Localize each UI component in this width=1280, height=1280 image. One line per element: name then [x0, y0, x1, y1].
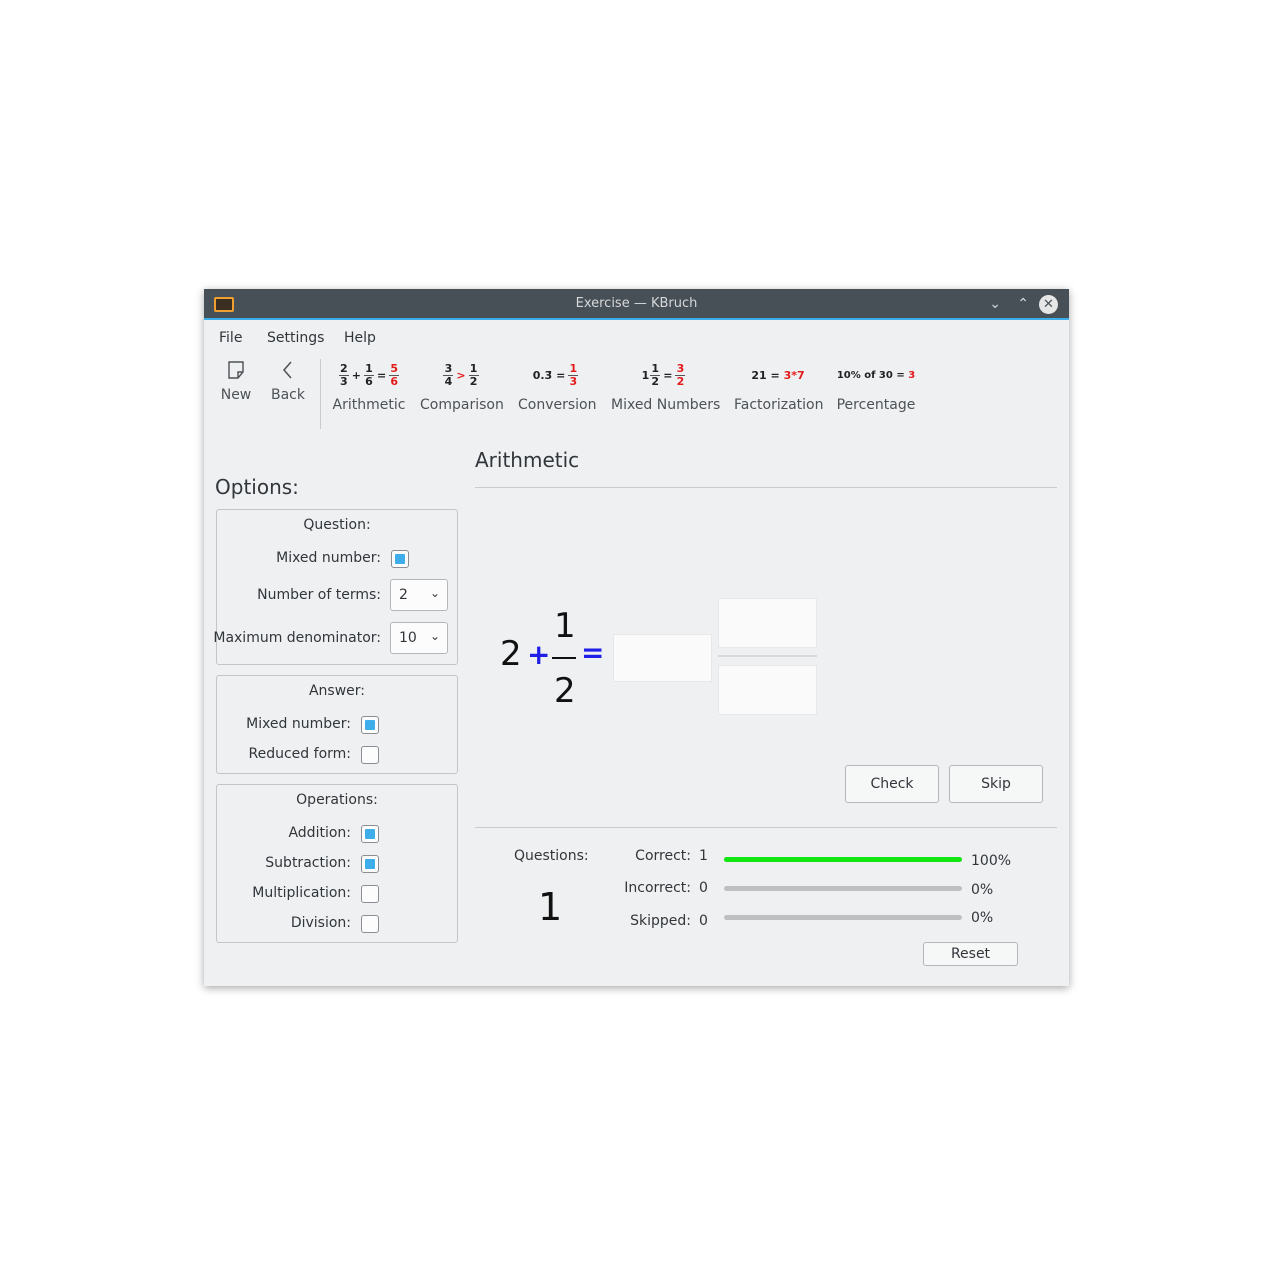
- statistics-divider: [475, 827, 1057, 828]
- incorrect-count: 0: [699, 880, 708, 896]
- incorrect-percent: 0%: [971, 882, 994, 898]
- factorization-icon: 21 = 3*7: [751, 368, 805, 382]
- answer-mixed-number-checkbox[interactable]: [361, 716, 379, 734]
- incorrect-progress-bar: [724, 886, 962, 891]
- operations-group: Operations: Addition: Subtraction: Multi…: [216, 784, 458, 943]
- exercise-title-divider: [475, 487, 1057, 488]
- skipped-percent: 0%: [971, 910, 994, 926]
- task-numerator: 1: [554, 606, 576, 646]
- skipped-progress-bar: [724, 915, 962, 920]
- reduced-form-checkbox[interactable]: [361, 746, 379, 764]
- new-document-icon: [211, 355, 261, 385]
- correct-percent: 100%: [971, 853, 1012, 869]
- mode-conversion-label: Conversion: [518, 397, 597, 413]
- new-button[interactable]: New: [211, 355, 261, 403]
- mixed-numbers-icon: 1 12 = 32: [641, 361, 686, 388]
- max-denominator-value: 10: [399, 630, 417, 646]
- arithmetic-icon: 23 + 16 = 56: [338, 361, 400, 388]
- menu-help[interactable]: Help: [344, 330, 376, 346]
- correct-progress-bar: [724, 857, 962, 862]
- question-mixed-number-checkbox[interactable]: [391, 550, 409, 568]
- title-bar: Exercise — KBruch ⌄ ⌃ ✕: [204, 289, 1069, 320]
- skipped-count: 0: [699, 913, 708, 929]
- mode-arithmetic-label: Arithmetic: [332, 397, 406, 413]
- mode-comparison-label: Comparison: [420, 397, 504, 413]
- mode-comparison-button[interactable]: 34 > 12 Comparison: [420, 357, 504, 413]
- correct-progress-fill: [724, 857, 962, 862]
- maximize-icon[interactable]: ⌃: [1017, 295, 1029, 313]
- answer-numerator-input[interactable]: [718, 598, 817, 648]
- max-denominator-combo[interactable]: 10 ⌄: [390, 622, 448, 654]
- subtraction-checkbox[interactable]: [361, 855, 379, 873]
- mode-conversion-button[interactable]: 0.3̄ = 13 Conversion: [518, 357, 597, 413]
- options-title: Options:: [215, 475, 299, 499]
- mode-percentage-button[interactable]: 10% of 30 = 3 Percentage: [836, 357, 916, 414]
- toolbar-separator: [320, 359, 321, 429]
- mode-factorization-label: Factorization: [734, 397, 824, 413]
- answer-group: Answer: Mixed number: Reduced form:: [216, 675, 458, 774]
- max-denominator-label: Maximum denominator:: [213, 630, 381, 646]
- back-label: Back: [271, 387, 305, 403]
- percentage-icon: 10% of 30 = 3: [836, 369, 916, 381]
- multiplication-label: Multiplication:: [252, 885, 351, 901]
- question-group-title: Question:: [303, 517, 371, 533]
- division-label: Division:: [290, 915, 351, 931]
- addition-checkbox[interactable]: [361, 825, 379, 843]
- close-icon[interactable]: ✕: [1039, 295, 1058, 314]
- addition-label: Addition:: [288, 825, 351, 841]
- mode-arithmetic-button[interactable]: 23 + 16 = 56 Arithmetic: [332, 357, 406, 413]
- number-of-terms-combo[interactable]: 2 ⌄: [390, 579, 448, 611]
- task-whole-number: 2: [500, 634, 522, 674]
- toolbar: New Back 23 + 16 = 56 Arithmetic 3 4 > 1…: [204, 355, 1069, 435]
- correct-count: 1: [699, 848, 708, 864]
- answer-group-title: Answer:: [308, 683, 366, 699]
- question-mixed-number-label: Mixed number:: [276, 550, 381, 566]
- number-of-terms-value: 2: [399, 587, 408, 603]
- questions-count: 1: [538, 885, 563, 929]
- answer-denominator-input[interactable]: [718, 665, 817, 715]
- menu-settings[interactable]: Settings: [267, 330, 324, 346]
- mode-factorization-button[interactable]: 21 = 3*7 Factorization: [734, 357, 824, 414]
- answer-whole-input[interactable]: [613, 634, 712, 682]
- new-label: New: [220, 387, 252, 403]
- subtraction-label: Subtraction:: [265, 855, 351, 871]
- kbruch-window: Exercise — KBruch ⌄ ⌃ ✕ File Settings He…: [204, 289, 1069, 986]
- correct-label: Correct:: [635, 848, 691, 864]
- menu-bar: File Settings Help: [204, 323, 1069, 353]
- exercise-title: Arithmetic: [475, 448, 580, 472]
- answer-fraction-bar: [718, 655, 817, 657]
- check-button[interactable]: Check: [845, 765, 939, 803]
- minimize-icon[interactable]: ⌄: [989, 295, 1001, 313]
- chevron-down-icon: ⌄: [429, 586, 440, 600]
- reduced-form-label: Reduced form:: [248, 746, 351, 762]
- mode-mixed-numbers-button[interactable]: 1 12 = 32 Mixed Numbers: [611, 357, 721, 413]
- skip-button[interactable]: Skip: [949, 765, 1043, 803]
- conversion-icon: 0.3̄ = 13: [532, 361, 579, 388]
- menu-file[interactable]: File: [219, 330, 242, 346]
- operations-group-title: Operations:: [296, 792, 378, 808]
- task-fraction-bar: [552, 657, 576, 659]
- reset-button[interactable]: Reset: [923, 942, 1018, 966]
- task-denominator: 2: [554, 671, 576, 711]
- back-button[interactable]: Back: [263, 355, 313, 403]
- question-group: Question: Mixed number: Number of terms:…: [213, 509, 458, 665]
- answer-mixed-number-label: Mixed number:: [246, 716, 351, 732]
- mode-mixed-numbers-label: Mixed Numbers: [611, 397, 721, 413]
- mode-percentage-label: Percentage: [836, 397, 916, 413]
- task-equals: =: [581, 636, 605, 669]
- number-of-terms-label: Number of terms:: [257, 587, 381, 603]
- incorrect-label: Incorrect:: [624, 880, 691, 896]
- task-operator: +: [527, 638, 551, 671]
- division-checkbox[interactable]: [361, 915, 379, 933]
- back-arrow-icon: [263, 355, 313, 385]
- questions-label: Questions:: [514, 848, 589, 864]
- comparison-icon: 34 > 12: [443, 361, 479, 388]
- multiplication-checkbox[interactable]: [361, 885, 379, 903]
- window-title: Exercise — KBruch: [575, 296, 698, 311]
- chevron-down-icon: ⌄: [429, 629, 440, 643]
- skipped-label: Skipped:: [630, 913, 691, 929]
